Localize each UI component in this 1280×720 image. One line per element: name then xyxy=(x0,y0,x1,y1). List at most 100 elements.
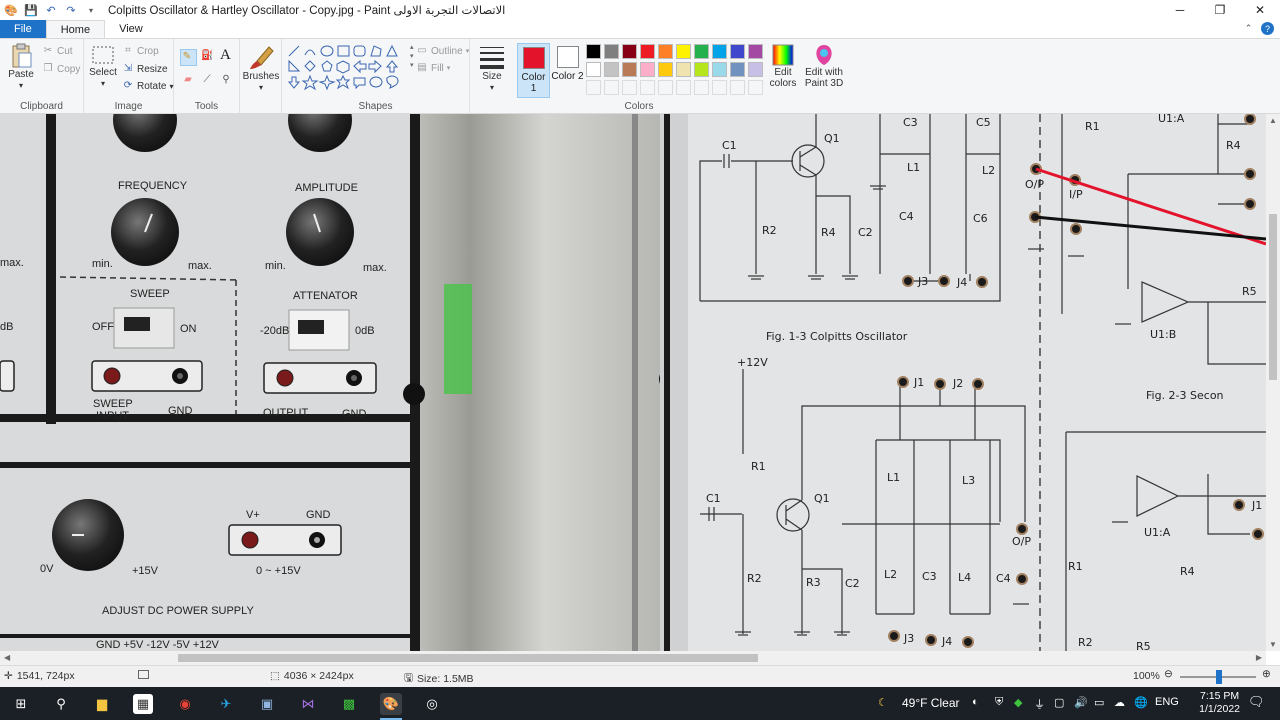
customize-toolbar-icon[interactable]: ▾ xyxy=(84,3,98,17)
size-button[interactable]: Size ▾ xyxy=(476,43,508,93)
palette-swatch[interactable] xyxy=(622,62,637,77)
fill-tool[interactable]: ⛽ xyxy=(201,49,213,62)
vertical-scrollbar[interactable]: ▲ ▼ xyxy=(1266,114,1280,651)
palette-swatch[interactable] xyxy=(748,44,763,59)
tray-green-icon[interactable]: ◆ xyxy=(1014,696,1022,709)
scroll-down-icon[interactable]: ▼ xyxy=(1269,640,1277,649)
collapse-ribbon-icon[interactable]: ⌃ xyxy=(1242,22,1255,35)
network-app-icon[interactable]: ▣ xyxy=(256,693,278,715)
file-explorer-icon[interactable]: ▆ xyxy=(91,693,113,715)
weather-text[interactable]: 49°F Clear xyxy=(902,696,960,710)
minimize-button[interactable]: ─ xyxy=(1160,0,1200,20)
close-button[interactable]: ✕ xyxy=(1240,0,1280,20)
notifications-icon[interactable]: 🗨 xyxy=(1248,694,1265,710)
color2-selector[interactable]: Color 2 xyxy=(551,43,584,98)
zoom-slider-thumb[interactable] xyxy=(1216,670,1222,684)
palette-swatch[interactable] xyxy=(712,62,727,77)
palette-swatch[interactable] xyxy=(586,44,601,59)
cut-button[interactable]: ✂ Cut xyxy=(42,45,73,57)
outline-button[interactable]: ▭ Outline ▾ xyxy=(416,45,469,57)
tab-view[interactable]: View xyxy=(105,20,157,38)
vertical-scroll-thumb[interactable] xyxy=(1269,214,1277,380)
copy-button[interactable]: ❐ Copy xyxy=(42,63,81,75)
visual-studio-icon[interactable]: ⋈ xyxy=(297,693,319,715)
custom-color-slot[interactable] xyxy=(730,80,745,95)
custom-color-slot[interactable] xyxy=(658,80,673,95)
canvas[interactable]: FREQUENCY AMPLITUDE min. max. min. max. … xyxy=(0,114,1266,651)
custom-color-slot[interactable] xyxy=(640,80,655,95)
custom-color-slot[interactable] xyxy=(694,80,709,95)
palette-swatch[interactable] xyxy=(748,62,763,77)
color1-selector[interactable]: Color 1 xyxy=(517,43,550,98)
rotate-button[interactable]: ⟳ Rotate ▾ xyxy=(122,80,174,92)
pencil-tool[interactable]: ✎ xyxy=(180,49,197,66)
obs-icon[interactable]: ◎ xyxy=(421,693,443,715)
telegram-icon[interactable]: ✈ xyxy=(215,693,237,715)
palette-swatch[interactable] xyxy=(676,62,691,77)
palette-swatch[interactable] xyxy=(712,44,727,59)
start-windows-icon[interactable]: ⊞ xyxy=(10,693,32,715)
palette-swatch[interactable] xyxy=(658,44,673,59)
chrome-icon[interactable]: ◉ xyxy=(174,693,196,715)
custom-color-slot[interactable] xyxy=(604,80,619,95)
palette-swatch[interactable] xyxy=(694,44,709,59)
shapes-gallery[interactable] xyxy=(286,43,410,93)
fill-button[interactable]: ▤ Fill ▾ xyxy=(416,62,450,74)
paint-taskbar-icon[interactable]: 🎨 xyxy=(380,693,402,720)
tray-volume-icon[interactable]: 🔊 xyxy=(1074,696,1088,709)
tray-usb-icon[interactable]: ⏚ xyxy=(1034,696,1045,712)
custom-color-slot[interactable] xyxy=(622,80,637,95)
palette-swatch[interactable] xyxy=(604,44,619,59)
battery-icon[interactable]: ▭ xyxy=(1094,696,1104,709)
custom-color-slot[interactable] xyxy=(712,80,727,95)
palette-swatch[interactable] xyxy=(622,44,637,59)
text-tool[interactable]: A xyxy=(220,47,231,64)
help-icon[interactable]: ? xyxy=(1261,22,1274,35)
palette-swatch[interactable] xyxy=(730,44,745,59)
tray-app-icon[interactable]: ◐ xyxy=(972,696,979,708)
select-button[interactable]: Select ▾ xyxy=(88,45,118,89)
network-globe-icon[interactable]: 🌐 xyxy=(1134,696,1148,709)
scroll-left-icon[interactable]: ◀ xyxy=(4,653,10,662)
tab-file[interactable]: File xyxy=(0,20,46,38)
custom-color-slot[interactable] xyxy=(586,80,601,95)
search-icon[interactable]: ⚲ xyxy=(50,693,72,715)
clock[interactable]: 7:15 PM 1/1/2022 xyxy=(1199,690,1240,716)
color-picker-tool[interactable]: ⟋ xyxy=(201,73,213,86)
tray-device-icon[interactable]: ▢ xyxy=(1054,696,1064,709)
tab-home[interactable]: Home xyxy=(45,20,106,38)
palette-swatch[interactable] xyxy=(694,62,709,77)
resize-button[interactable]: ⇲ Resize xyxy=(122,63,168,75)
palette-swatch[interactable] xyxy=(604,62,619,77)
tray-cloud-icon[interactable]: ☁ xyxy=(1114,696,1125,709)
brushes-button[interactable]: Brushes ▾ xyxy=(243,43,279,93)
custom-color-slot[interactable] xyxy=(748,80,763,95)
paste-button[interactable]: Paste ▾ xyxy=(6,43,36,91)
edit-paint3d-button[interactable]: Edit with Paint 3D xyxy=(804,43,844,89)
custom-color-slot[interactable] xyxy=(676,80,691,95)
palette-swatch[interactable] xyxy=(676,44,691,59)
store-icon[interactable]: ▦ xyxy=(133,694,153,714)
palette-swatch[interactable] xyxy=(640,62,655,77)
palette-swatch[interactable] xyxy=(586,62,601,77)
maximize-button[interactable]: ❐ xyxy=(1200,0,1240,20)
crop-button[interactable]: ⌗ Crop xyxy=(122,45,159,57)
scroll-right-icon[interactable]: ▶ xyxy=(1256,653,1262,662)
save-icon[interactable]: 💾 xyxy=(24,3,38,17)
scroll-up-icon[interactable]: ▲ xyxy=(1269,116,1277,125)
redo-icon[interactable]: ↷ xyxy=(64,3,78,17)
horizontal-scroll-thumb[interactable] xyxy=(178,654,758,662)
edit-colors-button[interactable]: Edit colors xyxy=(768,43,798,89)
palette-swatch[interactable] xyxy=(640,44,655,59)
eraser-tool[interactable]: ▰ xyxy=(182,73,194,86)
zoom-out-icon[interactable]: ⊖ xyxy=(1164,668,1173,680)
zoom-in-icon[interactable]: ⊕ xyxy=(1262,668,1271,680)
language-indicator[interactable]: ENG xyxy=(1155,696,1179,708)
palette-swatch[interactable] xyxy=(658,62,673,77)
magnifier-tool[interactable]: ⚲ xyxy=(220,73,232,86)
horizontal-scrollbar[interactable]: ◀ ▶ xyxy=(0,651,1266,665)
chip-app-icon[interactable]: ▩ xyxy=(338,693,360,715)
tray-shield-icon[interactable]: ⛨ xyxy=(995,696,1003,709)
palette-swatch[interactable] xyxy=(730,62,745,77)
undo-icon[interactable]: ↶ xyxy=(44,3,58,17)
